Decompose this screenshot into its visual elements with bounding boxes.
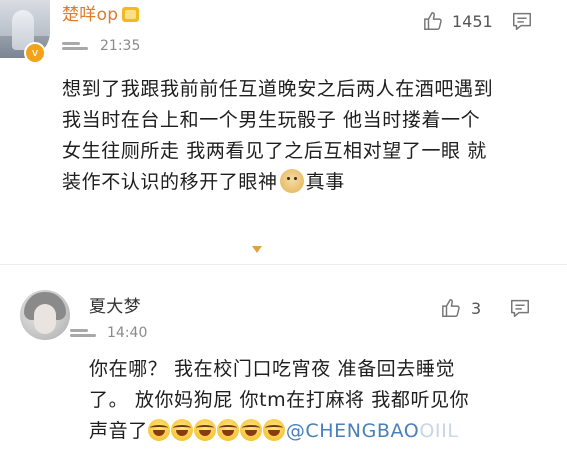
comment-line: 了。 放你妈狗屁 你tm在打麻将 我都听见你 xyxy=(89,389,470,411)
doge-emoji-icon xyxy=(279,169,304,193)
comment-bubble-icon[interactable] xyxy=(511,10,533,32)
thumbs-up-icon[interactable] xyxy=(441,297,463,319)
avatar[interactable] xyxy=(20,290,70,340)
comment-card: v 楚咩op 21:35 1451 想到了我跟我前前任互道晚安之后两人在酒吧遇到… xyxy=(0,0,567,230)
comment-time: 14:40 xyxy=(107,325,148,341)
like-count: 1451 xyxy=(452,12,493,31)
comment-line-text: 声音了 xyxy=(89,420,148,442)
avatar-face xyxy=(34,304,56,334)
mention-link[interactable]: @CHENGBAO xyxy=(286,420,420,442)
username-text: 楚咩op xyxy=(62,5,119,25)
comment-line: 女生往厕所走 我两看见了之后互相对望了一眼 就 xyxy=(62,140,487,162)
comment-username[interactable]: 楚咩op xyxy=(62,4,140,26)
like-count: 3 xyxy=(471,299,482,318)
device-icon xyxy=(70,329,100,339)
thumbs-up-icon[interactable] xyxy=(423,10,445,32)
comment-body: 想到了我跟我前前任互道晚安之后两人在酒吧遇到 我当时在台上和一个男生玩骰子 他当… xyxy=(62,74,542,198)
expand-triangle-icon[interactable] xyxy=(252,246,262,253)
comment-line: 我当时在台上和一个男生玩骰子 他当时搂着一个 xyxy=(62,109,481,131)
watermark-overlay xyxy=(447,426,567,456)
comment-line-suffix: 真事 xyxy=(305,171,345,193)
laughing-crying-emoji-icon xyxy=(170,419,193,441)
comment-bubble-icon[interactable] xyxy=(509,297,531,319)
comment-time: 21:35 xyxy=(100,38,141,54)
laughing-crying-emoji-icon xyxy=(239,419,262,441)
laughing-crying-emoji-icon xyxy=(216,419,239,441)
comment-username[interactable]: 夏大梦 xyxy=(89,296,141,318)
device-icon xyxy=(62,42,92,52)
laughing-crying-emoji-icon xyxy=(193,419,216,441)
comment-line: 你在哪？ 我在校门口吃宵夜 准备回去睡觉 xyxy=(89,358,456,380)
comment-line: 想到了我跟我前前任互道晚安之后两人在酒吧遇到 xyxy=(62,78,494,100)
comment-line-text: 装作不认识的移开了眼神 xyxy=(62,171,278,193)
verified-badge-icon: v xyxy=(24,42,46,64)
laughing-crying-emoji-icon xyxy=(147,419,170,441)
divider xyxy=(0,264,567,265)
laughing-crying-emoji-icon xyxy=(262,419,285,441)
vip-crown-icon xyxy=(122,7,140,22)
comment-line-last: 装作不认识的移开了眼神 真事 xyxy=(62,167,542,198)
